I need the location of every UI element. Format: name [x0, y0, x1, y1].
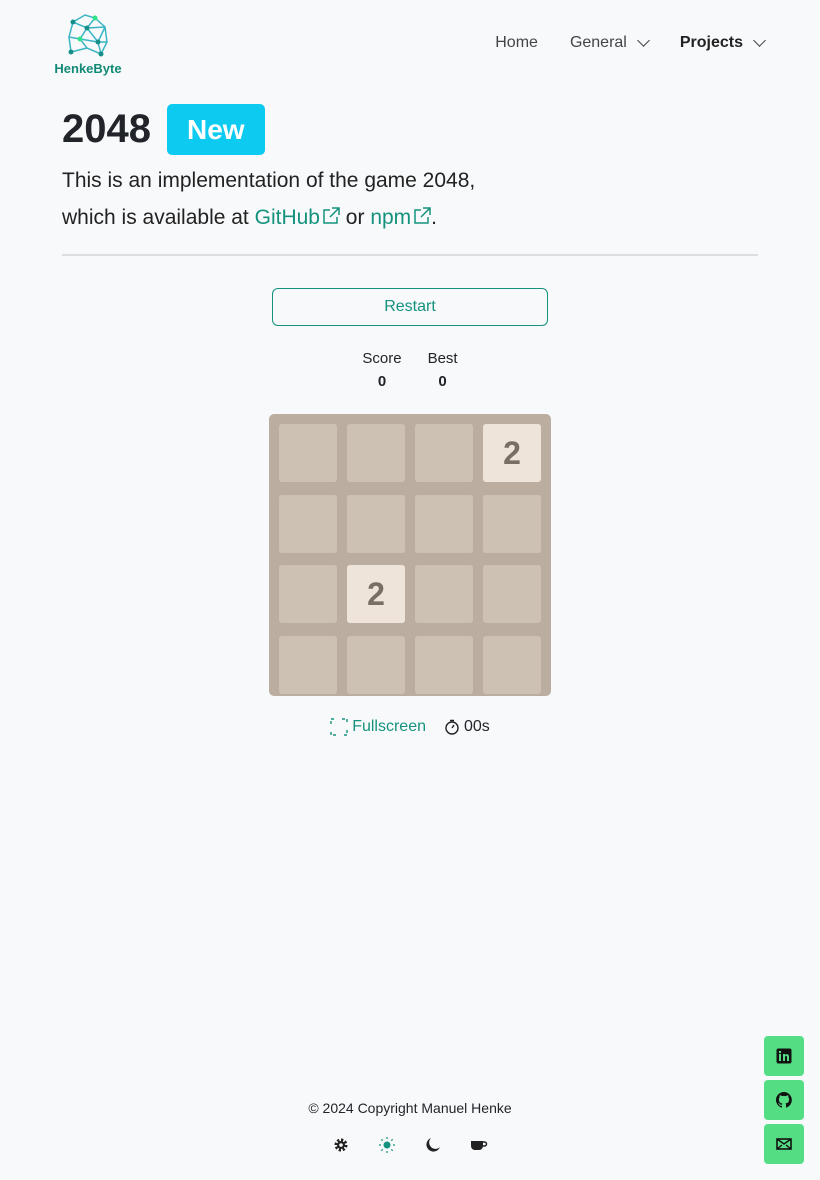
empty-cell [415, 494, 473, 553]
description-text: which is available at [62, 206, 255, 229]
theme-switcher [332, 1136, 488, 1154]
theme-auto-button[interactable] [332, 1136, 350, 1154]
empty-cell [415, 565, 473, 623]
restart-button[interactable]: Restart [272, 288, 548, 326]
empty-cell [279, 424, 337, 482]
nav-projects[interactable]: Projects [679, 34, 766, 52]
description-text: or [339, 206, 371, 229]
empty-cell [483, 565, 541, 623]
theme-coffee-button[interactable] [470, 1136, 488, 1154]
brand-logo[interactable]: HenkeByte [52, 12, 124, 76]
coffee-cup-icon [471, 1141, 488, 1150]
best-score: Best 0 [428, 350, 458, 390]
score: Score 0 [362, 350, 401, 390]
chevron-down-icon [753, 34, 766, 47]
nav-projects-label: Projects [679, 34, 743, 51]
timer-value: 00s [464, 718, 490, 735]
stopwatch-icon [445, 719, 459, 735]
email-button[interactable] [764, 1124, 804, 1164]
linkedin-icon [776, 1048, 792, 1064]
title-text: 2048 [62, 107, 151, 151]
empty-cell [279, 635, 337, 694]
external-link-icon [323, 207, 340, 224]
score-label: Score [362, 350, 402, 367]
fullscreen-label: Fullscreen [352, 718, 426, 735]
empty-cell [483, 494, 541, 553]
description-line1: This is an implementation of the game 20… [62, 169, 476, 192]
empty-cell [279, 494, 337, 553]
description: This is an implementation of the game 20… [62, 162, 475, 236]
envelope-icon [776, 1138, 792, 1150]
new-badge: New [166, 104, 265, 155]
tile: 2 [347, 565, 405, 623]
npm-link[interactable]: npm [370, 206, 431, 229]
game-controls: Fullscreen 00s [0, 718, 820, 736]
scoreboard: Score 0 Best 0 [0, 350, 820, 390]
nav-home[interactable]: Home [495, 34, 538, 52]
chevron-down-icon [636, 34, 650, 47]
empty-cell [415, 424, 473, 482]
github-icon [776, 1092, 792, 1108]
nav-home-label: Home [495, 34, 538, 51]
npm-link-text: npm [370, 206, 412, 229]
best-label: Best [427, 350, 458, 367]
empty-cell [347, 635, 405, 694]
fullscreen-button[interactable]: Fullscreen [330, 718, 426, 736]
main-nav: Home General Projects [495, 34, 766, 52]
best-value: 0 [438, 373, 447, 390]
page-title: 2048 New [62, 104, 265, 155]
empty-cell [483, 635, 541, 694]
github-link-text: GitHub [254, 206, 320, 229]
gear-icon [334, 1138, 348, 1152]
empty-cell [347, 494, 405, 553]
fullscreen-icon [330, 718, 348, 736]
tile: 2 [483, 424, 541, 482]
empty-cell [415, 635, 473, 694]
divider [62, 254, 758, 256]
timer: 00s [444, 718, 490, 736]
network-logo-icon [68, 14, 108, 57]
linkedin-button[interactable] [764, 1036, 804, 1076]
nav-general-label: General [569, 34, 627, 51]
moon-icon [426, 1138, 440, 1152]
github-button[interactable] [764, 1080, 804, 1120]
game-board[interactable]: 22 [269, 414, 551, 696]
description-text: . [431, 206, 438, 229]
score-value: 0 [377, 373, 387, 390]
copyright: © 2024 Copyright Manuel Henke [308, 1100, 512, 1116]
empty-cell [279, 565, 337, 623]
social-links [764, 1036, 804, 1164]
github-link[interactable]: GitHub [255, 206, 340, 229]
nav-general[interactable]: General [569, 34, 650, 52]
sun-icon [379, 1137, 395, 1153]
empty-cell [347, 424, 405, 482]
brand-name: HenkeByte [54, 61, 122, 76]
theme-dark-button[interactable] [424, 1136, 442, 1154]
theme-light-button[interactable] [378, 1136, 396, 1154]
external-link-icon [414, 207, 431, 224]
